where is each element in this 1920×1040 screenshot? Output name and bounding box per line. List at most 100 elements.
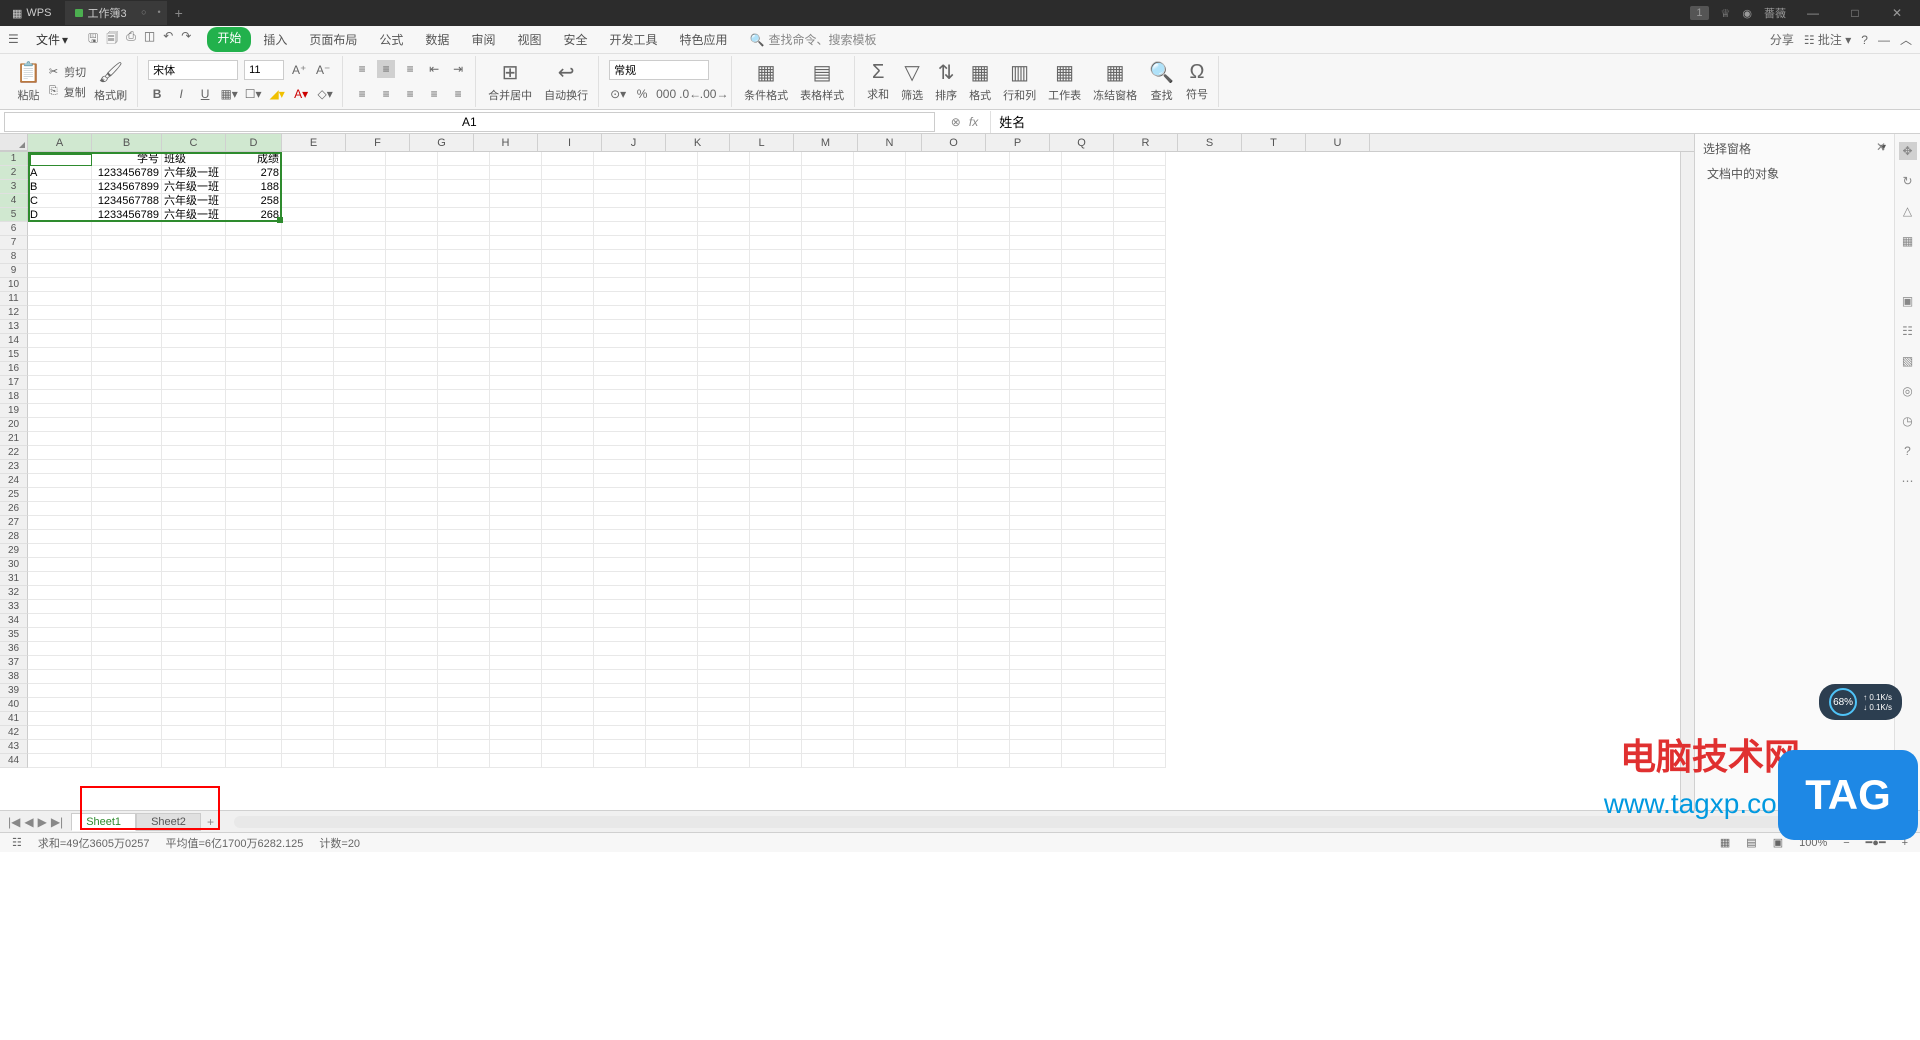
cell-G2[interactable] <box>386 166 438 180</box>
cell-A18[interactable] <box>28 390 92 404</box>
cell-A5[interactable]: D <box>28 208 92 222</box>
cell-P16[interactable] <box>854 362 906 376</box>
cell-I26[interactable] <box>490 502 542 516</box>
cell-M28[interactable] <box>698 530 750 544</box>
align-top-icon[interactable]: ≡ <box>353 60 371 78</box>
cell-A3[interactable]: B <box>28 180 92 194</box>
table-icon[interactable]: ▦ <box>1899 232 1917 250</box>
cell-U13[interactable] <box>1114 320 1166 334</box>
cell-F13[interactable] <box>334 320 386 334</box>
cell-G39[interactable] <box>386 684 438 698</box>
col-header-P[interactable]: P <box>986 134 1050 151</box>
cell-E30[interactable] <box>282 558 334 572</box>
cell-C12[interactable] <box>162 306 226 320</box>
decrease-decimal-icon[interactable]: .00→ <box>705 85 723 103</box>
view-page-icon[interactable]: ▤ <box>1746 836 1756 849</box>
cell-H16[interactable] <box>438 362 490 376</box>
cell-R5[interactable] <box>958 208 1010 222</box>
cell-A34[interactable] <box>28 614 92 628</box>
cell-T25[interactable] <box>1062 488 1114 502</box>
cell-L17[interactable] <box>646 376 698 390</box>
cell-P12[interactable] <box>854 306 906 320</box>
sheet-tab-2[interactable]: Sheet2 <box>136 813 201 831</box>
cell-F40[interactable] <box>334 698 386 712</box>
cell-E24[interactable] <box>282 474 334 488</box>
cell-U43[interactable] <box>1114 740 1166 754</box>
distributed-icon[interactable]: ≡ <box>449 85 467 103</box>
cell-C41[interactable] <box>162 712 226 726</box>
cell-A8[interactable] <box>28 250 92 264</box>
cell-S2[interactable] <box>1010 166 1062 180</box>
cell-D42[interactable] <box>226 726 282 740</box>
cell-G5[interactable] <box>386 208 438 222</box>
cell-D43[interactable] <box>226 740 282 754</box>
cell-P20[interactable] <box>854 418 906 432</box>
cell-C3[interactable]: 六年级一班 <box>162 180 226 194</box>
cell-Q19[interactable] <box>906 404 958 418</box>
cell-L38[interactable] <box>646 670 698 684</box>
cell-G1[interactable] <box>386 152 438 166</box>
cell-H43[interactable] <box>438 740 490 754</box>
tab-nav-last-icon[interactable]: ▶| <box>51 815 63 829</box>
cell-Q34[interactable] <box>906 614 958 628</box>
cell-L36[interactable] <box>646 642 698 656</box>
cell-J40[interactable] <box>542 698 594 712</box>
cell-K41[interactable] <box>594 712 646 726</box>
cell-A19[interactable] <box>28 404 92 418</box>
cell-O18[interactable] <box>802 390 854 404</box>
cell-R15[interactable] <box>958 348 1010 362</box>
cell-T12[interactable] <box>1062 306 1114 320</box>
cell-B10[interactable] <box>92 278 162 292</box>
cell-M5[interactable] <box>698 208 750 222</box>
increase-decimal-icon[interactable]: .0← <box>681 85 699 103</box>
cell-K14[interactable] <box>594 334 646 348</box>
cell-J33[interactable] <box>542 600 594 614</box>
cell-R4[interactable] <box>958 194 1010 208</box>
cell-P2[interactable] <box>854 166 906 180</box>
cell-I42[interactable] <box>490 726 542 740</box>
cell-R14[interactable] <box>958 334 1010 348</box>
cell-S17[interactable] <box>1010 376 1062 390</box>
cell-M15[interactable] <box>698 348 750 362</box>
cell-T22[interactable] <box>1062 446 1114 460</box>
cell-T29[interactable] <box>1062 544 1114 558</box>
cell-N10[interactable] <box>750 278 802 292</box>
cell-H24[interactable] <box>438 474 490 488</box>
cell-C14[interactable] <box>162 334 226 348</box>
cell-I43[interactable] <box>490 740 542 754</box>
cell-B29[interactable] <box>92 544 162 558</box>
col-header-C[interactable]: C <box>162 134 226 151</box>
cell-P40[interactable] <box>854 698 906 712</box>
cell-B2[interactable]: 1233456789 <box>92 166 162 180</box>
cell-E19[interactable] <box>282 404 334 418</box>
cell-N42[interactable] <box>750 726 802 740</box>
cell-R16[interactable] <box>958 362 1010 376</box>
cell-P4[interactable] <box>854 194 906 208</box>
cell-K7[interactable] <box>594 236 646 250</box>
cell-H11[interactable] <box>438 292 490 306</box>
cell-R44[interactable] <box>958 754 1010 768</box>
cell-P39[interactable] <box>854 684 906 698</box>
cell-E41[interactable] <box>282 712 334 726</box>
cell-D21[interactable] <box>226 432 282 446</box>
cell-H39[interactable] <box>438 684 490 698</box>
cell-B38[interactable] <box>92 670 162 684</box>
cell-Q40[interactable] <box>906 698 958 712</box>
tab-view[interactable]: 视图 <box>507 27 551 52</box>
cell-I15[interactable] <box>490 348 542 362</box>
cell-Q33[interactable] <box>906 600 958 614</box>
cell-N3[interactable] <box>750 180 802 194</box>
cell-I16[interactable] <box>490 362 542 376</box>
cell-P28[interactable] <box>854 530 906 544</box>
cell-J25[interactable] <box>542 488 594 502</box>
cell-R42[interactable] <box>958 726 1010 740</box>
cell-D17[interactable] <box>226 376 282 390</box>
cell-B1[interactable]: 学号 <box>92 152 162 166</box>
cond-format-button[interactable]: ▦条件格式 <box>740 58 792 105</box>
cell-M33[interactable] <box>698 600 750 614</box>
cell-F37[interactable] <box>334 656 386 670</box>
cell-L28[interactable] <box>646 530 698 544</box>
clock-icon[interactable]: ◷ <box>1899 412 1917 430</box>
cell-E7[interactable] <box>282 236 334 250</box>
cell-D2[interactable]: 278 <box>226 166 282 180</box>
